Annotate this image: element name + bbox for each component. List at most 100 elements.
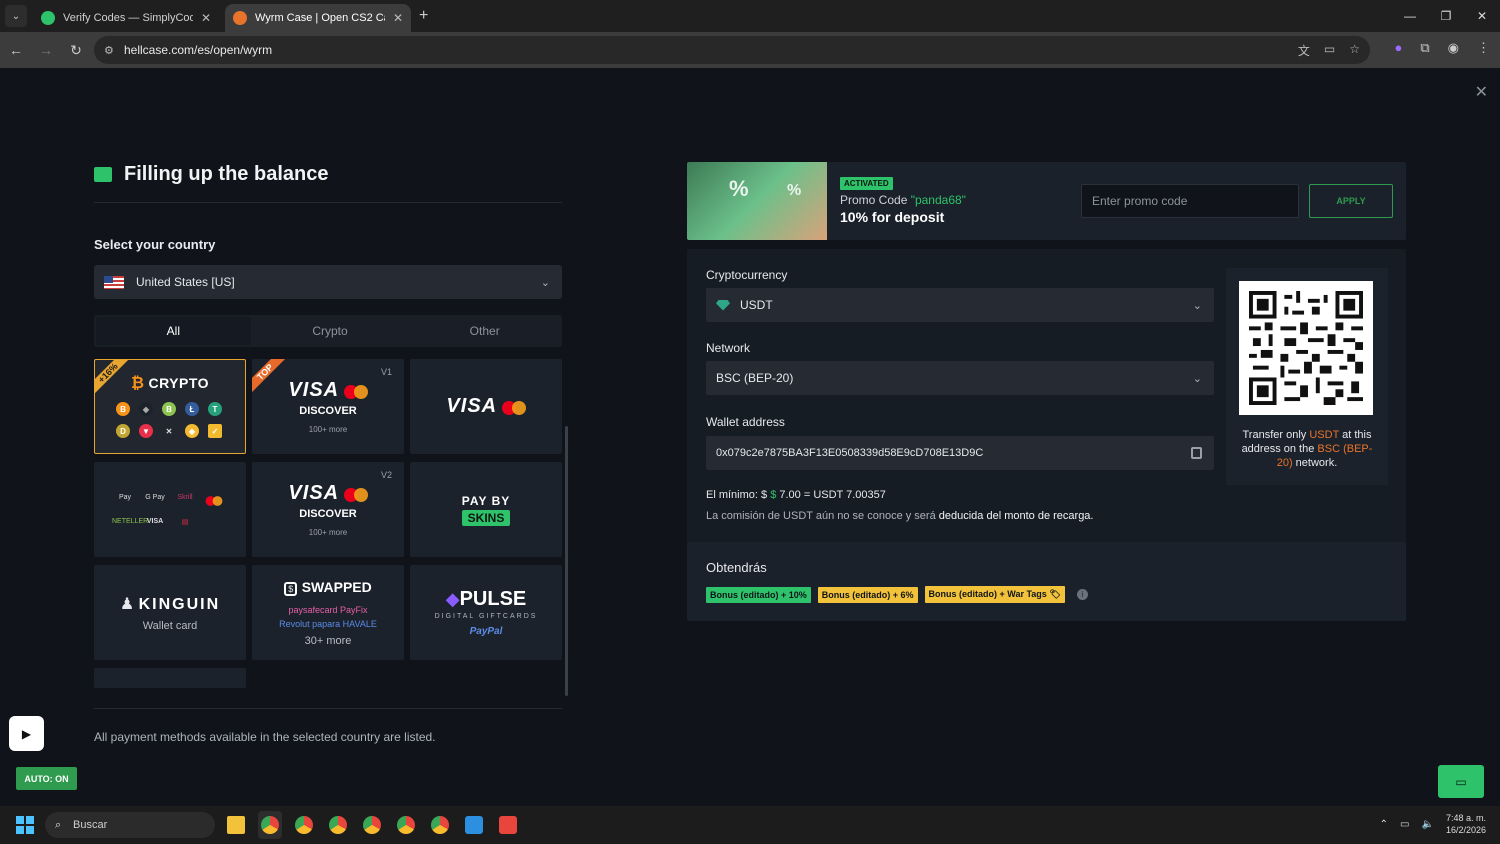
- address-toolbar: ← → ↻ ⚙ hellcase.com/es/open/wyrm 文 ▭ ☆ …: [0, 32, 1500, 68]
- alt-methods-row2: Revolut papara HAVALE: [279, 618, 377, 629]
- back-arrow-icon[interactable]: ←: [2, 36, 30, 64]
- wallet-icon: [94, 166, 112, 182]
- extension-purple-icon[interactable]: ●: [1395, 40, 1403, 56]
- forward-arrow-icon[interactable]: →: [32, 36, 60, 64]
- chrome-icon[interactable]: [360, 811, 384, 839]
- visa-small-logo: VISA: [146, 517, 164, 525]
- chat-button[interactable]: ▭: [1438, 765, 1484, 798]
- bonus-badge-6: Bonus (editado) + 6%: [817, 586, 918, 603]
- minimum-value: 7.00 = USDT 7.00357: [776, 489, 886, 501]
- network-select[interactable]: BSC (BEP-20) ⌄: [706, 361, 1214, 395]
- restore-icon[interactable]: ❐: [1428, 0, 1464, 32]
- chrome-icon[interactable]: [394, 811, 418, 839]
- tab-other[interactable]: Other: [407, 315, 562, 347]
- file-explorer-icon[interactable]: [224, 811, 248, 839]
- bookmark-star-icon[interactable]: ☆: [1349, 42, 1360, 59]
- country-select[interactable]: United States [US] ⌄: [94, 265, 562, 299]
- divider: [94, 708, 562, 709]
- payment-card-visa-v2[interactable]: V2 VISA DISCOVER 100+ more: [252, 462, 404, 557]
- taskbar-search[interactable]: ⌕ Buscar: [45, 812, 215, 838]
- network-value: BSC (BEP-20): [716, 371, 794, 385]
- profile-icon[interactable]: ◉: [1448, 40, 1459, 56]
- play-button[interactable]: ▶: [9, 716, 44, 751]
- windows-start-icon[interactable]: [16, 816, 34, 834]
- digital-giftcards-text: DIGITAL GIFTCARDS: [434, 613, 538, 620]
- windows-taskbar: ⌕ Buscar ⌃ ▭ 🔈 7:48 a. m. 16/2/2026: [0, 806, 1500, 844]
- new-tab-plus-icon[interactable]: +: [419, 7, 428, 25]
- cryptocurrency-select[interactable]: USDT ⌄: [706, 288, 1214, 322]
- tab-all[interactable]: All: [96, 317, 251, 345]
- tab-close-icon[interactable]: ✕: [393, 11, 403, 25]
- promo-code-input[interactable]: [1081, 184, 1299, 218]
- info-icon[interactable]: i: [1076, 589, 1088, 600]
- reload-icon[interactable]: ↻: [62, 36, 90, 64]
- payment-card-visa-mastercard[interactable]: VISA: [410, 359, 562, 454]
- skrill-logo: Skrill: [177, 493, 193, 501]
- clock[interactable]: 7:48 a. m. 16/2/2026: [1446, 812, 1486, 836]
- cast-icon[interactable]: ▭: [1324, 42, 1335, 59]
- vscode-icon[interactable]: [462, 811, 486, 839]
- payment-tabs: All Crypto Other: [94, 315, 562, 347]
- payment-card-pay-by-skins[interactable]: PAY BY SKINS: [410, 462, 562, 557]
- apply-button[interactable]: APPLY: [1309, 184, 1393, 218]
- payment-card-crypto[interactable]: +16% ₿ CRYPTO B ◆ B Ł T D ▼ ✕ ◈ ✓: [94, 359, 246, 454]
- site-info-icon[interactable]: ⚙: [104, 44, 114, 57]
- browser-tab-simplycodes[interactable]: Verify Codes — SimplyCodes ✕: [33, 4, 219, 32]
- chrome-icon[interactable]: [292, 811, 316, 839]
- payment-card-pulse[interactable]: ◆PULSE DIGITAL GIFTCARDS PayPal: [410, 565, 562, 660]
- wallet-address-field[interactable]: 0x079c2e7875BA3F13E0508339d58E9cD708E13D…: [706, 436, 1214, 470]
- url-text: hellcase.com/es/open/wyrm: [124, 43, 273, 57]
- us-flag-icon: [104, 275, 124, 289]
- visa-logo: VISA: [446, 395, 498, 417]
- payment-card-wallets[interactable]: Pay G Pay Skrill NETELLER VISA ▤: [94, 462, 246, 557]
- copy-icon[interactable]: [1191, 447, 1202, 459]
- puzzle-extensions-icon[interactable]: ⧉: [1420, 40, 1429, 56]
- wallet-logos: Pay G Pay Skrill NETELLER VISA ▤: [112, 494, 228, 526]
- kebab-menu-icon[interactable]: ⋮: [1477, 40, 1490, 56]
- usdt-icon: T: [208, 402, 222, 416]
- chrome-icon[interactable]: [258, 811, 282, 839]
- discover-logo: DISCOVER: [299, 405, 357, 417]
- taskbar-apps: [224, 811, 520, 839]
- chrome-icon[interactable]: [326, 811, 350, 839]
- tab-close-icon[interactable]: ✕: [201, 11, 211, 25]
- cryptocurrency-value: USDT: [740, 298, 773, 312]
- minimize-icon[interactable]: —: [1392, 0, 1428, 32]
- app-red-icon[interactable]: [496, 811, 520, 839]
- payment-card-visa-v1[interactable]: TOP V1 VISA DISCOVER 100+ more: [252, 359, 404, 454]
- rewards-title: Obtendrás: [706, 560, 767, 575]
- divider: [94, 202, 562, 203]
- crypto-title: CRYPTO: [148, 375, 210, 391]
- fee-bold-text: deducida del monto de recarga.: [938, 510, 1094, 522]
- grid-scrollbar[interactable]: [565, 426, 568, 696]
- unionpay-icon: ▤: [181, 518, 189, 526]
- volume-icon[interactable]: 🔈: [1422, 819, 1434, 830]
- pay-by-text: PAY BY: [461, 493, 511, 508]
- tab-search-button[interactable]: ⌄: [5, 5, 27, 27]
- chrome-icon[interactable]: [428, 811, 452, 839]
- close-icon[interactable]: ✕: [1475, 82, 1488, 102]
- clock-date: 16/2/2026: [1445, 825, 1486, 835]
- percent-icon: %: [729, 176, 749, 201]
- promo-deposit-text: 10% for deposit: [840, 209, 945, 225]
- auto-toggle-button[interactable]: AUTO: ON: [16, 767, 77, 790]
- browser-tab-hellcase[interactable]: Wyrm Case | Open CS2 Cases o ✕: [225, 4, 411, 32]
- promo-code-text: Promo Code "panda68": [840, 193, 966, 207]
- qr-code: [1239, 281, 1373, 415]
- url-bar[interactable]: ⚙ hellcase.com/es/open/wyrm: [94, 36, 1370, 64]
- network-icon[interactable]: ▭: [1400, 819, 1409, 830]
- translate-icon[interactable]: 文: [1298, 42, 1310, 59]
- chevron-down-icon: ⌄: [1192, 372, 1202, 385]
- chevron-up-icon[interactable]: ⌃: [1380, 819, 1388, 830]
- extension-icons: ● ⧉ ◉ ⋮: [1395, 40, 1491, 56]
- wallet-address-value: 0x079c2e7875BA3F13E0508339d58E9cD708E13D…: [716, 447, 984, 459]
- pulse-diamond-icon: ◆: [445, 589, 460, 609]
- xrp-icon: ✕: [165, 426, 173, 436]
- mastercard-icon: [501, 400, 526, 415]
- payment-card-kinguin[interactable]: ♟ KINGUIN Wallet card: [94, 565, 246, 660]
- transfer-text-3: network.: [1292, 457, 1338, 469]
- payment-card-swapped[interactable]: $ SWAPPED paysafecard PayFix Revolut pap…: [252, 565, 404, 660]
- tab-crypto[interactable]: Crypto: [253, 315, 408, 347]
- window-close-icon[interactable]: ✕: [1464, 0, 1500, 32]
- payment-card-partial[interactable]: [94, 668, 246, 688]
